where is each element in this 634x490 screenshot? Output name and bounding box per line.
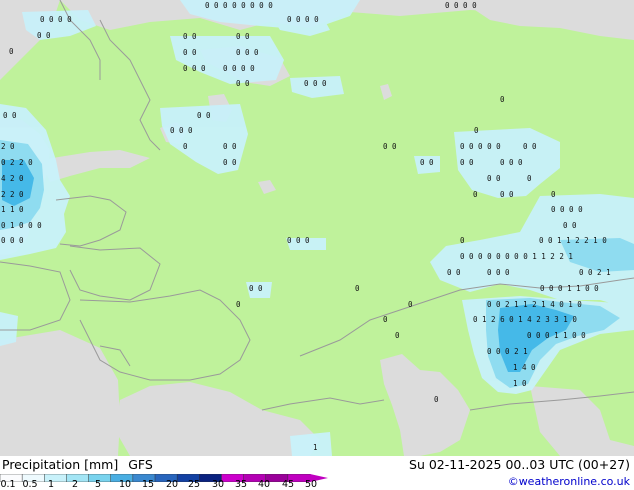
precip-value-row: 1 0 (513, 379, 527, 388)
precip-value-row: 0 0 0 (487, 268, 510, 277)
precip-value-row: 0 0 2 1 (579, 268, 611, 277)
precip-value-row: 0 0 0 0 (551, 205, 583, 214)
legend-tick-label: 1 (47, 479, 55, 490)
precip-value-row: 0 0 (383, 142, 397, 151)
precip-value-row: 0 0 (523, 142, 537, 151)
legend-tick-label: 25 (187, 479, 201, 490)
precip-value-row: 0 (473, 190, 478, 199)
precip-value-row: 0 (434, 395, 439, 404)
precip-black-south (290, 432, 332, 456)
legend-tick-label: 2 (71, 479, 79, 490)
precip-value-row: 0 0 (563, 221, 577, 230)
weather-map-frame: 0 0 0 00 0 0 0 0 0 0 00 0 0 00 0 0 00 00… (0, 0, 634, 490)
precip-value-row: 1 (313, 443, 318, 452)
precip-value-row: 4 2 0 (1, 174, 24, 183)
precip-value-row: 0 0 0 (500, 158, 523, 167)
precip-value-row: 0 0 0 0 0 0 0 0 (205, 1, 273, 10)
legend-tick-label: 10 (118, 479, 132, 490)
precip-value-row: 0 (408, 300, 413, 309)
precip-value-row: 0 0 0 (304, 79, 327, 88)
precip-value-row: 0 (527, 174, 532, 183)
precip-value-row: 0 0 0 2 1 (487, 347, 528, 356)
precip-value-row: 0 0 (236, 79, 250, 88)
precip-value-row: 0 2 2 0 (1, 158, 33, 167)
precip-value-row: 0 0 2 1 1 2 1 4 0 1 0 (487, 300, 582, 309)
precip-value-row: 0 (183, 142, 188, 151)
precip-value-row: 2 0 (1, 142, 15, 151)
precip-value-row: 0 1 0 0 0 (1, 221, 42, 230)
precip-value-row: 0 0 0 0 (223, 64, 255, 73)
legend-tick-label: 0.5 (22, 479, 38, 490)
legend-tick-label: 35 (234, 479, 248, 490)
model-name: GFS (128, 457, 153, 472)
precip-value-row: 0 0 (236, 32, 250, 41)
legend-tick-label: 0.1 (0, 479, 16, 490)
precip-value-row: 0 0 0 0 (445, 1, 477, 10)
precip-value-row: 0 0 0 0 0 0 0 0 1 1 2 2 1 (460, 252, 573, 261)
precip-value-row: 0 (500, 95, 505, 104)
precip-value-row: 0 0 0 (183, 64, 206, 73)
precip-value-row: 0 0 (183, 32, 197, 41)
precip-value-row: 0 1 2 6 0 1 4 2 3 3 1 0 (473, 315, 577, 324)
precip-sw (0, 312, 18, 346)
legend-tick-labels: 0.1 0.5 1 2 5 10 15 20 25 30 35 40 45 50 (0, 479, 330, 490)
precip-value-row: 0 0 (37, 31, 51, 40)
precip-value-row: 0 0 0 (236, 48, 259, 57)
precip-value-row: 0 0 (447, 268, 461, 277)
footer-title: Precipitation [mm] GFS (2, 457, 159, 472)
precip-value-row: 0 (460, 236, 465, 245)
precip-value-row: 0 0 0 (287, 236, 310, 245)
precip-value-row: 1 4 0 (513, 363, 536, 372)
precip-value-row: 0 0 (420, 158, 434, 167)
legend-tick-label: 15 (141, 479, 155, 490)
precip-value-row: 0 0 (460, 158, 474, 167)
precip-value-row: 2 2 0 (1, 190, 24, 199)
credit-link[interactable]: ©weatheronline.co.uk (508, 475, 630, 488)
product-title: Precipitation [mm] (2, 457, 119, 472)
legend-tick-label: 40 (257, 479, 271, 490)
map-footer: Precipitation [mm] GFS Su 02-11-2025 00.… (0, 456, 634, 490)
precip-value-row: 0 0 (3, 111, 17, 120)
precip-value-row: 0 0 0 1 1 0 0 (527, 331, 586, 340)
precipitation-map: 0 0 0 00 0 0 0 0 0 0 00 0 0 00 0 0 00 00… (0, 0, 634, 456)
precip-value-row: 0 (551, 190, 556, 199)
legend-tick-label: 20 (165, 479, 179, 490)
precip-value-row: 0 0 (183, 48, 197, 57)
precip-value-row: 0 0 1 1 2 2 1 0 (539, 236, 607, 245)
precip-value-row: 0 0 (500, 190, 514, 199)
precip-value-row: 0 0 0 (170, 126, 193, 135)
precip-value-row: 1 1 0 (1, 205, 24, 214)
legend-tick-label: 30 (211, 479, 225, 490)
precip-value-row: 0 (474, 126, 479, 135)
precip-value-row: 0 0 0 (1, 236, 24, 245)
precip-value-row: 0 0 0 0 (40, 15, 72, 24)
precip-value-row: 0 0 (197, 111, 211, 120)
legend-tick-label: 45 (281, 479, 295, 490)
precip-value-row: 0 0 (487, 174, 501, 183)
precip-value-row: 0 0 0 0 0 (460, 142, 501, 151)
legend-tick-label: 5 (94, 479, 102, 490)
forecast-datetime: Su 02-11-2025 00..03 UTC (00+27) (409, 457, 630, 472)
precip-value-row: 0 (355, 284, 360, 293)
precip-value-row: 0 0 0 1 1 0 0 (540, 284, 599, 293)
precip-value-row: 0 (383, 315, 388, 324)
legend-tick-label: 50 (304, 479, 318, 490)
precip-value-row: 0 0 0 0 (287, 15, 319, 24)
precip-value-row: 0 (236, 300, 241, 309)
precip-value-row: 0 0 (223, 158, 237, 167)
precip-value-row: 0 (395, 331, 400, 340)
precip-value-row: 0 0 (223, 142, 237, 151)
precip-value-row: 0 (9, 47, 14, 56)
precip-value-row: 0 0 (249, 284, 263, 293)
